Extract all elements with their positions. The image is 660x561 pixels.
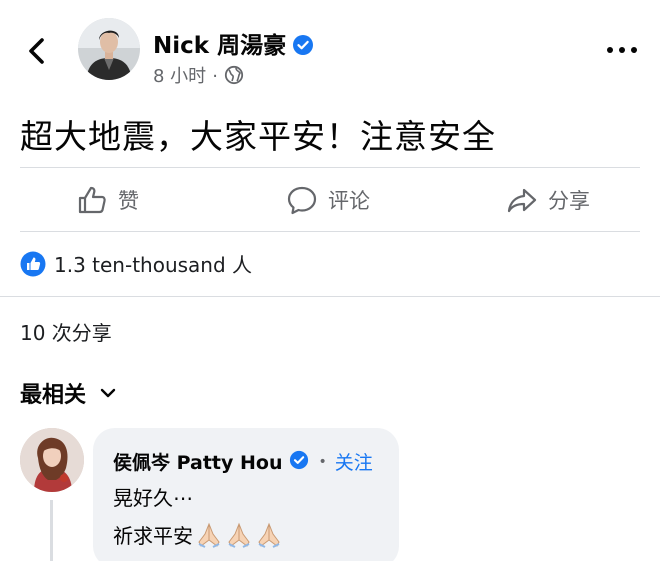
meta-separator: · [212,66,218,87]
like-button[interactable]: 赞 [76,182,139,218]
globe-icon [224,65,244,90]
more-horizontal-icon [607,47,637,53]
comment-label: 评论 [328,189,370,213]
divider [20,231,640,232]
author-name-row: Nick 周湯豪 [153,26,314,62]
like-label: 赞 [118,189,139,213]
action-bar: 赞 评论 分享 [0,168,660,232]
share-button[interactable]: 分享 [506,182,590,218]
author-avatar[interactable] [78,18,140,80]
like-reaction-icon [20,251,46,276]
verified-badge-icon [289,450,309,474]
name-separator: • [318,453,327,470]
folded-hands-emoji [228,522,250,548]
commenter-name-row: 侯佩岑 Patty Hou • 关注 [113,448,373,475]
divider [0,296,660,297]
folded-hands-emoji [258,522,280,548]
comment-bubble-icon [287,186,317,215]
back-arrow-icon [29,38,44,64]
sort-label: 最相关 [20,383,87,408]
comment-button[interactable]: 评论 [286,182,370,218]
comment-text: 祈求平安 [113,524,193,548]
comment-bubble: 侯佩岑 Patty Hou • 关注 晃好久⋯ 祈求平安 [93,428,399,561]
back-button[interactable] [22,36,52,66]
chevron-down-icon [100,388,116,398]
share-count[interactable]: 10 次分享 [20,317,112,346]
thumbs-up-icon [78,186,106,214]
verified-badge-icon [292,34,314,62]
follow-button[interactable]: 关注 [335,448,373,475]
more-options-button[interactable] [606,42,638,58]
reaction-count: 1.3 ten-thousand 人 [54,253,253,277]
share-arrow-icon [507,188,537,213]
comment-text-line: 晃好久⋯ [113,486,193,510]
commenter-avatar[interactable] [20,428,84,492]
commenter-name[interactable]: 侯佩岑 Patty Hou [113,448,283,475]
comment-text-line: 祈求平安 [113,520,285,549]
reaction-summary[interactable]: 1.3 ten-thousand 人 [20,249,252,278]
post-meta: 8 小时 · [153,62,244,90]
comment-sort-dropdown[interactable]: 最相关 [20,377,116,409]
folded-hands-emoji-group [195,522,285,548]
thread-line [50,500,53,561]
post-time[interactable]: 8 小时 [153,66,206,87]
author-name[interactable]: Nick 周湯豪 [153,33,286,59]
share-label: 分享 [548,189,590,213]
post-header: Nick 周湯豪 8 小时 · [0,0,660,100]
folded-hands-emoji [198,522,220,548]
post-text: 超大地震，大家平安！注意安全 [20,117,496,156]
